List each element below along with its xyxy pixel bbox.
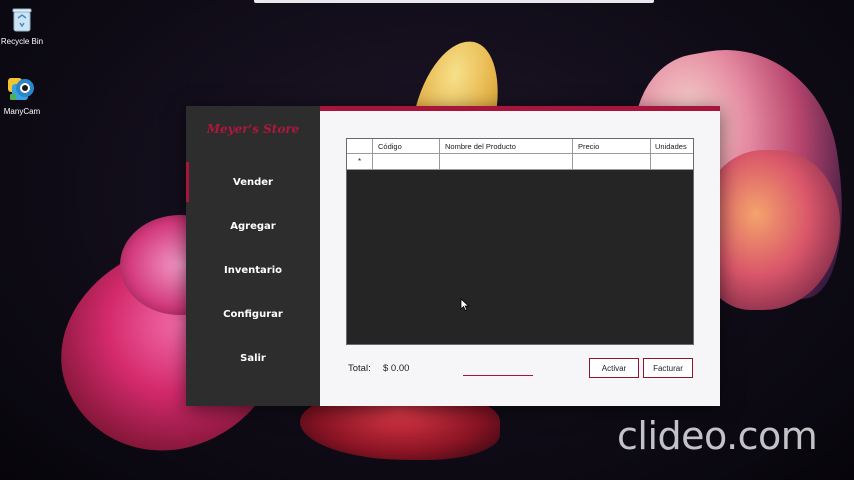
desktop-icon-label: ManyCam: [3, 107, 41, 116]
cell-precio[interactable]: [573, 154, 651, 169]
desktop-icon-recycle-bin[interactable]: Recycle Bin: [0, 4, 46, 46]
brand-logo: Meyer's Store: [206, 122, 300, 136]
input-underline-field[interactable]: [463, 375, 533, 376]
cell-codigo[interactable]: [373, 154, 440, 169]
window-top-bar: [254, 0, 654, 3]
nav-item-inventario[interactable]: Inventario: [186, 250, 320, 290]
facturar-button[interactable]: Facturar: [643, 358, 693, 378]
nav-item-label: Inventario: [223, 264, 283, 276]
column-header-nombre[interactable]: Nombre del Producto: [440, 139, 573, 153]
app-window: Meyer's Store Vender Agregar Inventario …: [186, 106, 720, 406]
nav-item-label: Vender: [233, 176, 273, 188]
column-header-precio[interactable]: Precio: [573, 139, 651, 153]
new-row-marker: *: [357, 157, 362, 166]
nav-item-salir[interactable]: Salir: [186, 338, 320, 378]
table-row-new[interactable]: *: [347, 153, 693, 170]
column-header-codigo[interactable]: Código: [373, 139, 440, 153]
main-content: Código Nombre del Producto Precio Unidad…: [320, 111, 720, 406]
mouse-cursor-icon: [460, 298, 470, 312]
nav-item-label: Agregar: [230, 220, 276, 232]
nav-item-configurar[interactable]: Configurar: [186, 294, 320, 334]
products-grid[interactable]: Código Nombre del Producto Precio Unidad…: [346, 138, 694, 345]
total-label: Total:: [348, 363, 371, 374]
column-header-unidades[interactable]: Unidades: [651, 139, 693, 153]
nav-item-agregar[interactable]: Agregar: [186, 206, 320, 246]
activar-button[interactable]: Activar: [589, 358, 639, 378]
nav-item-vender[interactable]: Vender: [186, 162, 320, 202]
total-value: $ 0.00: [383, 363, 410, 374]
manycam-icon: [7, 74, 37, 104]
nav-item-label: Salir: [240, 352, 266, 364]
nav-item-label: Configurar: [223, 308, 283, 320]
clideo-watermark: clideo.com: [617, 414, 818, 458]
row-header-corner[interactable]: [347, 139, 373, 153]
cell-nombre[interactable]: [440, 154, 573, 169]
desktop-icon-label: Recycle Bin: [0, 37, 44, 46]
cell-unidades[interactable]: [651, 154, 693, 169]
recycle-bin-icon: [7, 4, 37, 34]
row-header[interactable]: *: [347, 154, 373, 169]
sidebar: Meyer's Store Vender Agregar Inventario …: [186, 106, 320, 406]
desktop-icon-manycam[interactable]: ManyCam: [0, 74, 46, 116]
grid-header: Código Nombre del Producto Precio Unidad…: [347, 139, 693, 153]
